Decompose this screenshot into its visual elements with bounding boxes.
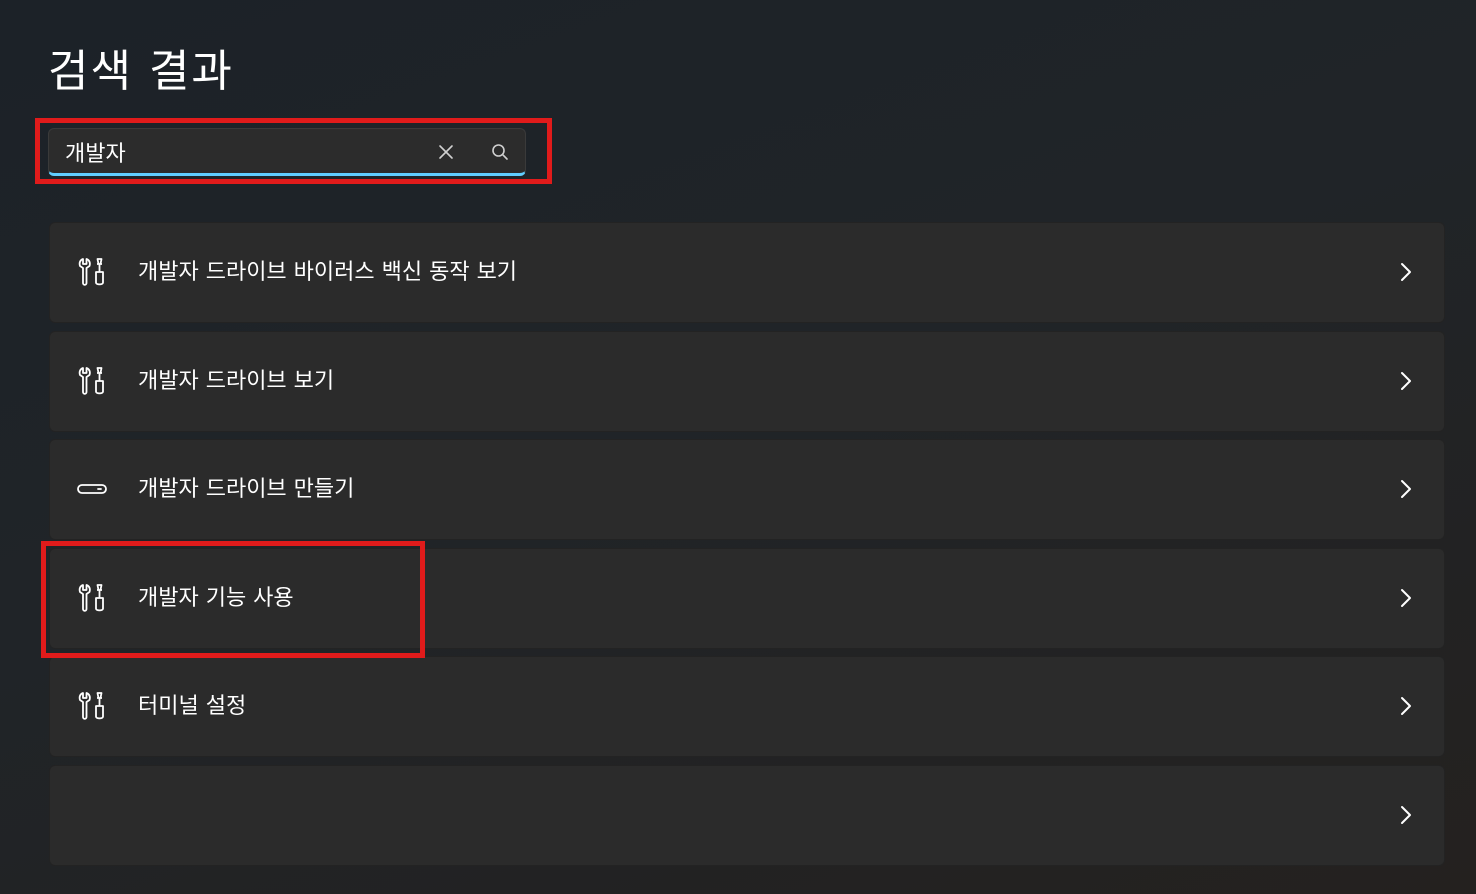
result-item-create-dev-drive[interactable]: 개발자 드라이브 만들기 xyxy=(49,439,1445,541)
result-item-dev-drive-antivirus[interactable]: 개발자 드라이브 바이러스 백신 동작 보기 xyxy=(49,222,1445,323)
chevron-right-icon xyxy=(1401,588,1411,607)
chevron-right-icon xyxy=(1401,480,1411,499)
result-item-blank[interactable] xyxy=(49,764,1445,866)
result-label: 개발자 드라이브 바이러스 백신 동작 보기 xyxy=(138,260,518,285)
search-button[interactable] xyxy=(485,137,515,167)
chevron-right-icon xyxy=(1401,805,1411,824)
result-label: 터미널 설정 xyxy=(138,694,247,720)
tools-icon xyxy=(78,258,104,286)
result-label: 개발자 기능 사용 xyxy=(138,585,294,611)
result-item-developer-features[interactable]: 개발자 기능 사용 xyxy=(49,547,1445,649)
result-item-view-dev-drive[interactable]: 개발자 드라이브 보기 xyxy=(49,330,1445,432)
chevron-right-icon xyxy=(1401,371,1411,390)
search-results-list: 개발자 드라이브 바이러스 백신 동작 보기 개발자 드라이브 보기 개발자 드… xyxy=(49,222,1445,874)
tools-icon xyxy=(78,692,104,721)
tools-icon xyxy=(78,366,104,395)
chevron-right-icon xyxy=(1401,697,1411,716)
search-icon xyxy=(492,144,508,160)
page-title: 검색 결과 xyxy=(48,46,234,97)
result-label: 개발자 드라이브 보기 xyxy=(138,368,335,394)
close-icon xyxy=(439,145,453,159)
chevron-right-icon xyxy=(1401,263,1411,281)
search-input[interactable] xyxy=(49,129,419,174)
result-label: 개발자 드라이브 만들기 xyxy=(138,477,355,503)
result-item-terminal-settings[interactable]: 터미널 설정 xyxy=(49,656,1445,758)
search-box[interactable] xyxy=(48,128,526,176)
drive-icon xyxy=(77,484,107,495)
clear-search-button[interactable] xyxy=(431,137,461,167)
tools-icon xyxy=(78,583,104,612)
